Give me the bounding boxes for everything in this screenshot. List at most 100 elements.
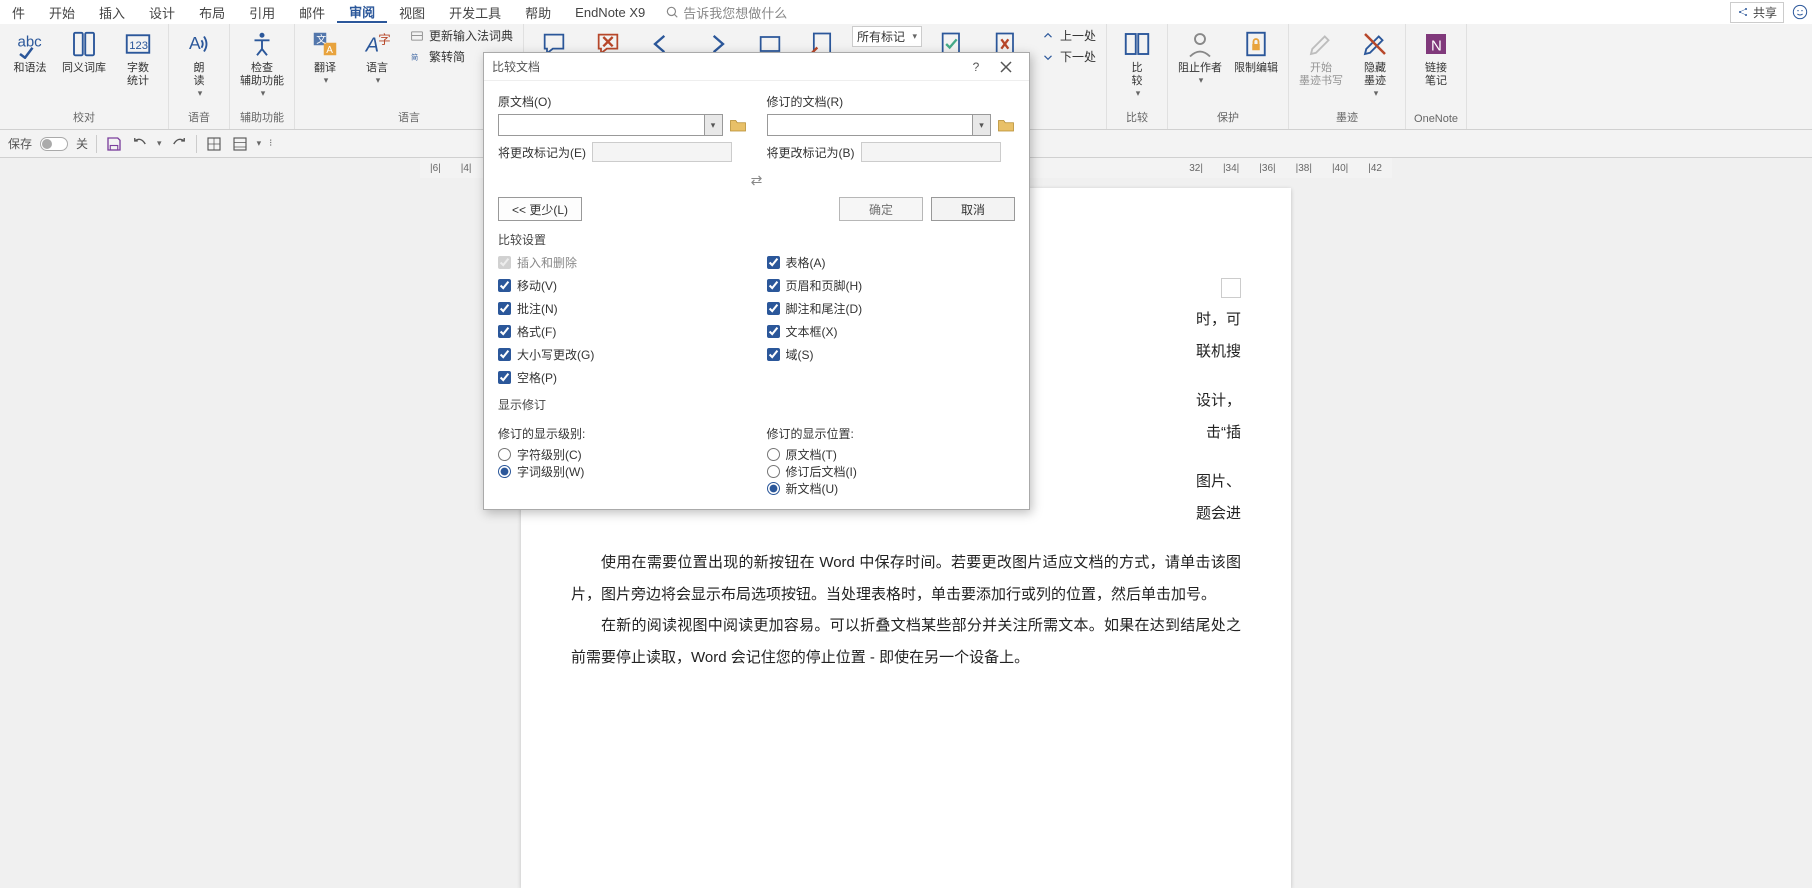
less-button[interactable]: << 更少(L) [498,197,582,221]
original-doc-combo[interactable]: ▾ [498,114,723,136]
tab-help[interactable]: 帮助 [513,3,563,22]
cb-case-changes[interactable]: 大小写更改(G) [498,346,747,363]
show-level-label: 修订的显示级别: [498,425,747,442]
simp-trad-icon: 简 [410,50,424,64]
block-authors-button[interactable]: 阻止作者 [1174,26,1226,88]
cb-tables[interactable]: 表格(A) [767,254,1016,271]
tab-design[interactable]: 设计 [137,3,187,22]
original-doc-input[interactable] [499,115,704,135]
radio-char-level[interactable]: 字符级别(C) [498,446,747,463]
cb-comments[interactable]: 批注(N) [498,300,747,317]
readaloud-button[interactable]: A 朗 读 [175,26,223,101]
prev-change-button[interactable]: 上一处 [1036,26,1100,45]
tab-file[interactable]: 件 [0,3,37,22]
radio-in-revised[interactable]: 修订后文档(I) [767,463,1016,480]
label-changes-as-e: 将更改标记为(E) [498,144,586,161]
group-compare: 比 较 比较 [1107,24,1168,129]
cb-textboxes[interactable]: 文本框(X) [767,323,1016,340]
svg-text:A: A [365,35,379,57]
tab-review[interactable]: 审阅 [337,2,387,23]
tell-me-search[interactable]: 告诉我您想做什么 [665,3,787,22]
revised-doc-dropdown[interactable]: ▾ [972,115,990,135]
dialog-close-button[interactable] [991,55,1021,79]
tab-home[interactable]: 开始 [37,3,87,22]
table2-icon[interactable] [231,135,249,153]
share-icon [1737,6,1749,18]
restrict-editing-button[interactable]: 限制编辑 [1230,26,1282,77]
onenote-icon: N [1421,29,1451,59]
cb-fields[interactable]: 域(S) [767,346,1016,363]
qat-customize[interactable]: ⁝ [269,138,272,149]
display-for-review-dropdown[interactable]: 所有标记 [852,26,922,47]
compare-button[interactable]: 比 较 [1113,26,1161,101]
tab-mailings[interactable]: 邮件 [287,3,337,22]
tab-references[interactable]: 引用 [237,3,287,22]
original-doc-label: 原文档(O) [498,93,747,110]
tab-insert[interactable]: 插入 [87,3,137,22]
thesaurus-icon [69,29,99,59]
spelling-icon: abc [15,29,45,59]
thesaurus-button[interactable]: 同义词库 [58,26,110,77]
group-label-compare: 比较 [1113,107,1161,127]
translate-button[interactable]: 文A 翻译 [301,26,349,88]
cb-formatting[interactable]: 格式(F) [498,323,747,340]
hide-ink-button[interactable]: 隐藏 墨迹 [1351,26,1399,101]
linked-notes-button[interactable]: N 链接 笔记 [1412,26,1460,90]
autosave-toggle[interactable] [40,137,68,151]
close-icon [1000,61,1012,73]
dialog-titlebar[interactable]: 比较文档 ? [484,53,1029,81]
spelling-button[interactable]: abc 和语法 [6,26,54,77]
ok-button[interactable]: 确定 [839,197,923,221]
revised-doc-browse[interactable] [997,116,1015,134]
wordcount-button[interactable]: 123 字数 统计 [114,26,162,90]
swap-docs-button[interactable]: ⇄ [498,168,1015,193]
radio-in-original[interactable]: 原文档(T) [767,446,1016,463]
tab-layout[interactable]: 布局 [187,3,237,22]
radio-word-level[interactable]: 字词级别(W) [498,463,747,480]
svg-text:A: A [326,45,333,56]
original-doc-browse[interactable] [729,116,747,134]
cb-whitespace[interactable]: 空格(P) [498,369,747,386]
cb-insert-delete: 插入和删除 [498,254,747,271]
dialog-title: 比较文档 [492,58,540,75]
save-icon[interactable] [105,135,123,153]
language-button[interactable]: A字 语言 [353,26,401,88]
tell-me-text: 告诉我您想做什么 [683,3,787,22]
group-onenote: N 链接 笔记 OneNote [1406,24,1467,129]
block-authors-icon [1185,29,1215,59]
tab-endnote[interactable]: EndNote X9 [563,5,657,20]
smile-icon [1792,4,1808,20]
redo-icon[interactable] [170,135,188,153]
cb-footnotes[interactable]: 脚注和尾注(D) [767,300,1016,317]
table-icon[interactable] [205,135,223,153]
original-doc-dropdown[interactable]: ▾ [704,115,722,135]
feedback-button[interactable] [1788,4,1812,20]
update-ime-button[interactable]: 更新输入法词典 [405,26,517,45]
group-label-proofing: 校对 [6,107,162,127]
svg-text:N: N [1431,37,1442,54]
tab-devtools[interactable]: 开发工具 [437,3,513,22]
share-button[interactable]: 共享 [1730,2,1784,23]
radio-in-new[interactable]: 新文档(U) [767,480,1016,497]
next-change-button[interactable]: 下一处 [1036,47,1100,66]
group-label-accessibility: 辅助功能 [236,107,288,127]
label-changes-b-input[interactable] [861,142,1001,162]
accessibility-icon [247,29,277,59]
ime-icon [410,29,424,43]
dialog-help-button[interactable]: ? [961,55,991,79]
label-changes-e-input[interactable] [592,142,732,162]
tab-view[interactable]: 视图 [387,3,437,22]
show-in-label: 修订的显示位置: [767,425,1016,442]
cb-moves[interactable]: 移动(V) [498,277,747,294]
revised-doc-combo[interactable]: ▾ [767,114,992,136]
revised-doc-input[interactable] [768,115,973,135]
label-changes-as-b: 将更改标记为(B) [767,144,855,161]
cancel-button[interactable]: 取消 [931,197,1015,221]
check-accessibility-button[interactable]: 检查 辅助功能 [236,26,288,101]
pen-icon [1306,29,1336,59]
cb-headers-footers[interactable]: 页眉和页脚(H) [767,277,1016,294]
start-inking-button[interactable]: 开始 墨迹书写 [1295,26,1347,90]
svg-text:abc: abc [18,34,43,51]
undo-icon[interactable] [131,135,149,153]
compare-settings-header: 比较设置 [498,231,1015,248]
